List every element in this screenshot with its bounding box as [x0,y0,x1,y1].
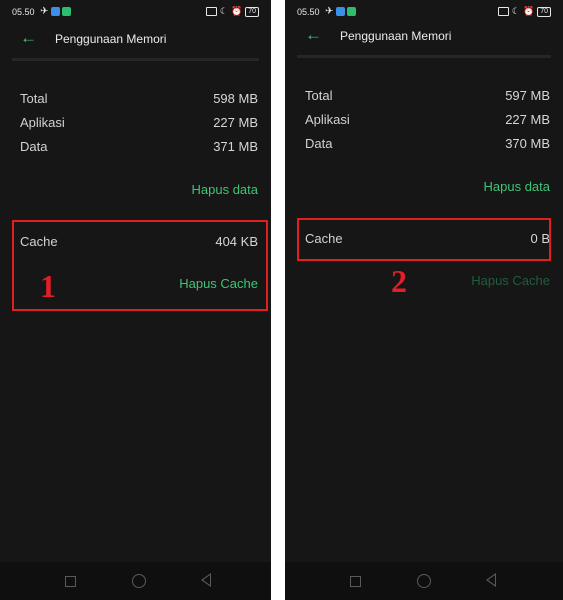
whatsapp-notification-icon [347,7,357,16]
cast-icon [205,7,217,16]
back-arrow-icon[interactable]: ← [20,28,37,48]
navigation-bar [0,562,271,600]
apps-value: 227 MB [505,112,550,127]
divider [297,55,551,58]
apps-row: Aplikasi 227 MB [305,112,550,127]
battery-icon: 70 [245,6,259,17]
moon-icon: ☾ [511,6,520,16]
total-value: 598 MB [213,91,258,106]
clear-cache-button[interactable]: Hapus Cache [471,273,550,288]
nav-home-icon[interactable] [132,574,146,588]
nav-square-icon[interactable] [65,576,76,587]
clear-data-button[interactable]: Hapus data [192,182,259,197]
app-notification-icon [336,7,346,16]
apps-value: 227 MB [213,115,258,130]
app-header: ← Penggunaan Memori [0,26,271,54]
airplane-icon: ✈ [325,6,334,17]
app-header: ← Penggunaan Memori [285,23,563,51]
airplane-icon: ✈ [40,6,49,17]
nav-back-icon[interactable] [486,573,496,587]
total-value: 597 MB [505,88,550,103]
total-label: Total [305,88,333,103]
nav-back-icon[interactable] [201,573,211,587]
navigation-bar [285,562,563,600]
phone-screen-before: 05.50 ✈ ☾ ⏰ 70 ← Penggunaan Memori Total… [0,0,271,600]
alarm-icon: ⏰ [522,6,535,16]
status-time: 05.50 [12,7,35,17]
apps-label: Aplikasi [20,115,65,130]
clear-data-button[interactable]: Hapus data [484,179,551,194]
status-time: 05.50 [297,7,320,17]
back-arrow-icon[interactable]: ← [305,25,322,45]
data-value: 370 MB [505,136,550,151]
whatsapp-notification-icon [62,7,72,16]
page-title: Penggunaan Memori [340,29,452,43]
step-marker: 2 [391,263,407,299]
phone-screen-after: 05.50 ✈ ☾ ⏰ 70 ← Penggunaan Memori Total… [285,0,563,600]
data-row: Data 370 MB [305,136,550,151]
status-bar: 05.50 ✈ ☾ ⏰ 70 [285,4,563,20]
battery-icon: 70 [537,6,551,17]
total-row: Total 598 MB [20,91,258,106]
nav-square-icon[interactable] [350,576,361,587]
apps-label: Aplikasi [305,112,350,127]
alarm-icon: ⏰ [230,6,243,16]
page-title: Penggunaan Memori [55,32,167,46]
data-label: Data [305,136,333,151]
data-label: Data [20,139,48,154]
highlight-box [297,218,551,261]
cast-icon [497,7,509,16]
nav-home-icon[interactable] [417,574,431,588]
total-row: Total 597 MB [305,88,550,103]
app-notification-icon [51,7,61,16]
moon-icon: ☾ [219,6,228,16]
total-label: Total [20,91,48,106]
data-row: Data 371 MB [20,139,258,154]
apps-row: Aplikasi 227 MB [20,115,258,130]
data-value: 371 MB [213,139,258,154]
step-marker: 1 [40,268,56,304]
status-bar: 05.50 ✈ ☾ ⏰ 70 [0,4,271,20]
divider [12,58,259,61]
